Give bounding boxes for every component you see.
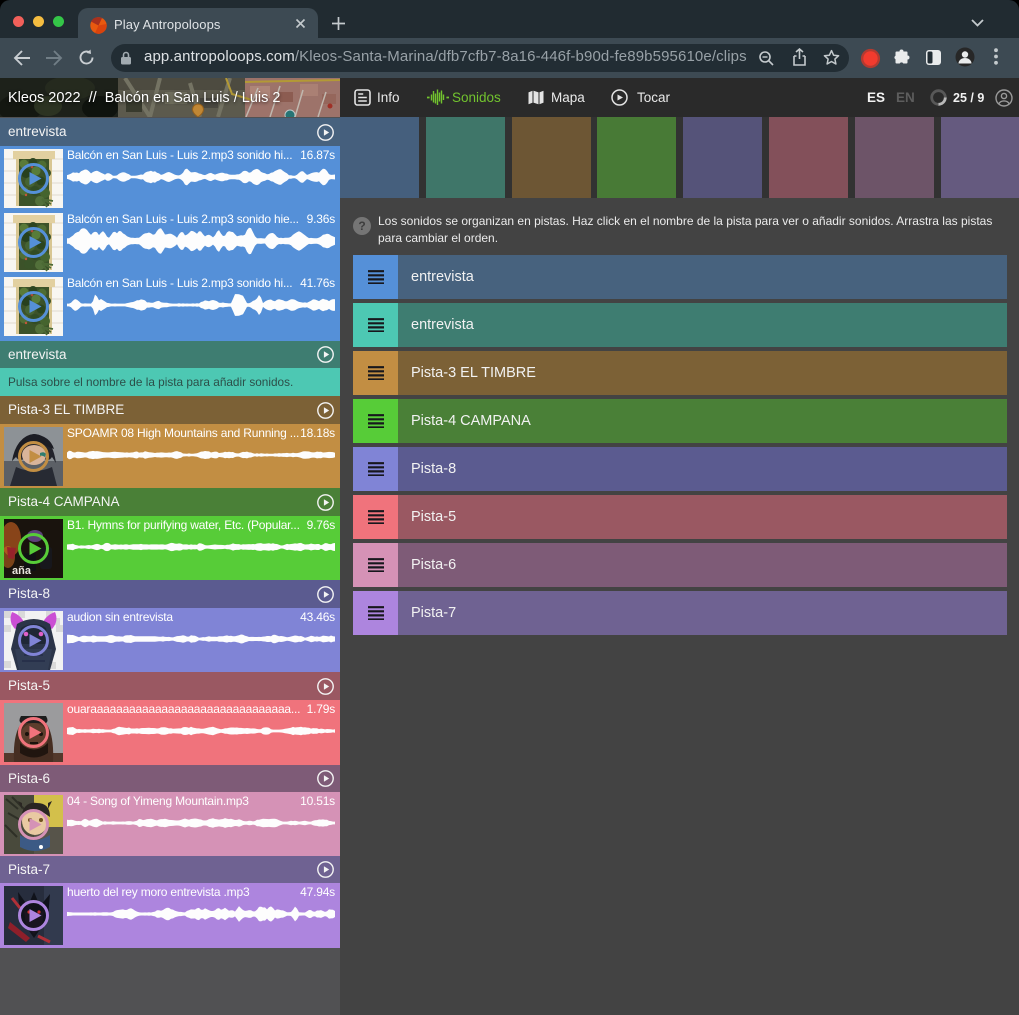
- svg-text:?: ?: [358, 219, 365, 233]
- svg-text:aña: aña: [12, 565, 32, 577]
